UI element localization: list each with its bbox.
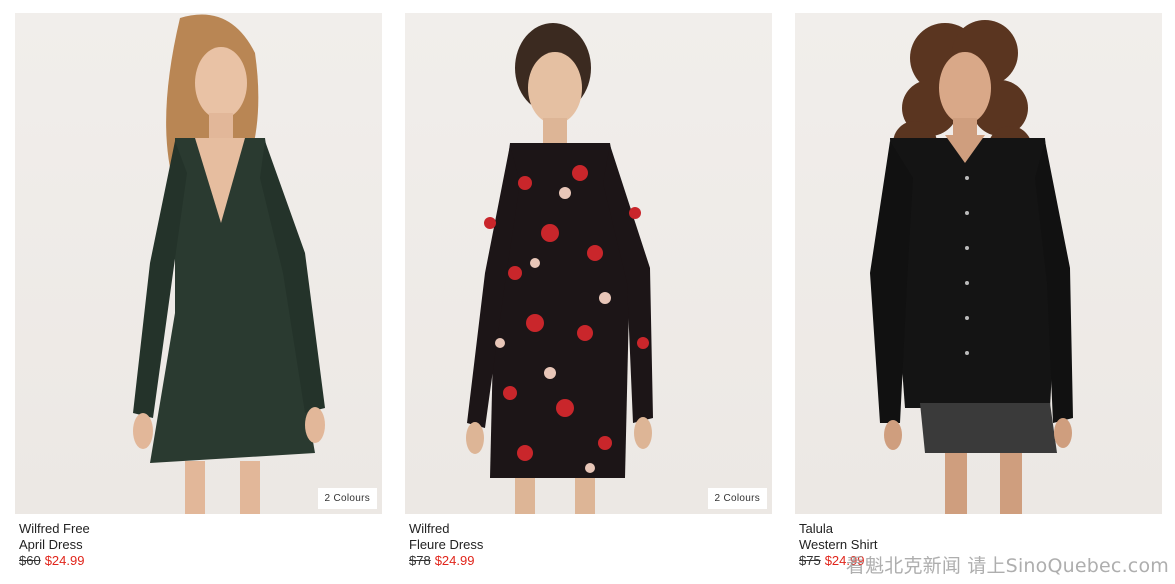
- sale-price: $24.99: [434, 553, 475, 568]
- sale-price: $24.99: [44, 553, 85, 568]
- model-photo: [466, 23, 653, 514]
- product-info: Wilfred Free April Dress $60 $24.99: [15, 514, 382, 569]
- original-price: $60: [19, 553, 41, 568]
- product-card-fleure-dress[interactable]: 2 Colours Wilfred Fleure Dress $78 $24.99: [405, 13, 772, 569]
- price-row: $78 $24.99: [409, 553, 768, 569]
- product-brand[interactable]: Talula: [799, 521, 1158, 537]
- price-row: $60 $24.99: [19, 553, 378, 569]
- product-image[interactable]: [795, 13, 1162, 514]
- original-price: $78: [409, 553, 431, 568]
- model-photo: [870, 20, 1073, 514]
- product-name[interactable]: April Dress: [19, 537, 378, 553]
- product-card-western-shirt[interactable]: Talula Western Shirt $75 $24.99: [795, 13, 1162, 569]
- product-info: Wilfred Fleure Dress $78 $24.99: [405, 514, 772, 569]
- colours-badge[interactable]: 2 Colours: [317, 488, 377, 509]
- product-image[interactable]: 2 Colours: [405, 13, 772, 514]
- model-photo: [133, 14, 325, 514]
- product-name[interactable]: Fleure Dress: [409, 537, 768, 553]
- product-image[interactable]: 2 Colours: [15, 13, 382, 514]
- original-price: $75: [799, 553, 821, 568]
- product-card-april-dress[interactable]: 2 Colours Wilfred Free April Dress $60 $2…: [15, 13, 382, 569]
- product-brand[interactable]: Wilfred: [409, 521, 768, 537]
- watermark: 看魁北克新闻 请上SinoQuebec.com: [845, 555, 1169, 577]
- colours-badge[interactable]: 2 Colours: [707, 488, 767, 509]
- product-brand[interactable]: Wilfred Free: [19, 521, 378, 537]
